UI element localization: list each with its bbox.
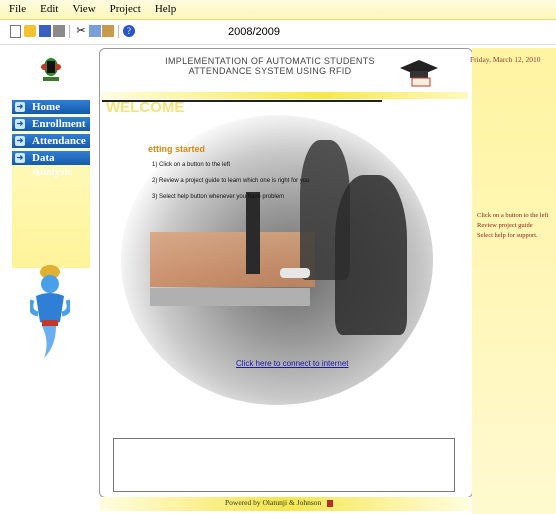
header-accent-bar xyxy=(102,92,468,99)
message-textbox[interactable] xyxy=(113,438,455,492)
welcome-heading: WELCOME xyxy=(106,99,185,116)
graduation-cap-icon xyxy=(398,58,440,88)
hero-image-hands xyxy=(280,268,310,278)
footer-credit-text: Powered by Olatunji & Johnson xyxy=(225,498,322,507)
sidebar-item-data-analysis[interactable]: ➜ Data Analysis xyxy=(12,151,90,178)
session-year: 2008/2009 xyxy=(228,26,280,38)
arrow-icon: ➜ xyxy=(15,153,25,163)
hero-image-wall xyxy=(150,232,315,287)
connect-internet-link[interactable]: Click here to connect to internet xyxy=(236,359,349,368)
hero-image-person xyxy=(335,175,407,335)
sidebar-item-home[interactable]: ➜ Home xyxy=(12,100,90,114)
menu-bar: File Edit View Project Help xyxy=(0,0,556,20)
sidebar-item-enrollment[interactable]: ➜ Enrollment xyxy=(12,117,90,131)
step-2: 2) Review a project guide to learn which… xyxy=(152,178,310,184)
paste-icon[interactable] xyxy=(102,25,114,37)
right-panel xyxy=(472,48,556,514)
sidebar-nav: ➜ Home ➜ Enrollment ➜ Attendance ➜ Data … xyxy=(12,100,90,268)
arrow-icon: ➜ xyxy=(15,102,25,112)
toolbar: ✂ ? 2008/2009 xyxy=(0,20,556,45)
menu-file[interactable]: File xyxy=(0,0,33,19)
sidebar-item-label: Enrollment xyxy=(32,118,86,130)
open-folder-icon[interactable] xyxy=(24,25,36,37)
sidebar-item-label: Home xyxy=(32,101,61,113)
sidebar-item-label: Data Analysis xyxy=(32,152,72,178)
new-file-icon[interactable] xyxy=(10,25,21,38)
menu-help[interactable]: Help xyxy=(148,0,183,19)
hero-image-desk xyxy=(150,288,310,306)
step-1: 1) Click on a button to the left xyxy=(152,162,231,168)
help-icon[interactable]: ? xyxy=(123,25,135,37)
print-icon[interactable] xyxy=(53,25,65,37)
menu-edit[interactable]: Edit xyxy=(33,0,65,19)
coat-of-arms-logo xyxy=(40,55,62,83)
tip-3: Select help for support. xyxy=(477,232,538,239)
footer-credit: Powered by Olatunji & Johnson xyxy=(225,498,334,507)
coat-of-arms-small-icon xyxy=(327,499,334,507)
sidebar-item-attendance[interactable]: ➜ Attendance xyxy=(12,134,90,148)
save-icon[interactable] xyxy=(39,25,51,37)
menu-view[interactable]: View xyxy=(65,0,102,19)
cut-icon[interactable]: ✂ xyxy=(75,25,87,37)
page-title-line1: IMPLEMENTATION OF AUTOMATIC STUDENTS xyxy=(165,56,375,66)
current-date: Friday, March 12, 2010 xyxy=(470,55,541,64)
page-title: IMPLEMENTATION OF AUTOMATIC STUDENTS ATT… xyxy=(160,56,380,76)
step-3: 3) Select help button whenever you have … xyxy=(152,194,285,200)
toolbar-separator xyxy=(69,25,70,38)
tip-2: Review project guide xyxy=(477,222,533,229)
getting-started-heading: etting started xyxy=(148,144,206,154)
copy-icon[interactable] xyxy=(89,25,101,37)
menu-project[interactable]: Project xyxy=(103,0,148,19)
arrow-icon: ➜ xyxy=(15,136,25,146)
tip-1: Click on a button to the left xyxy=(477,212,549,219)
toolbar-separator xyxy=(118,25,119,38)
arrow-icon: ➜ xyxy=(15,119,25,129)
sidebar-item-label: Attendance xyxy=(32,135,86,147)
genie-mascot-image xyxy=(28,262,72,362)
page-title-line2: ATTENDANCE SYSTEM USING RFID xyxy=(188,66,352,76)
hero-image-monitor xyxy=(246,192,260,274)
